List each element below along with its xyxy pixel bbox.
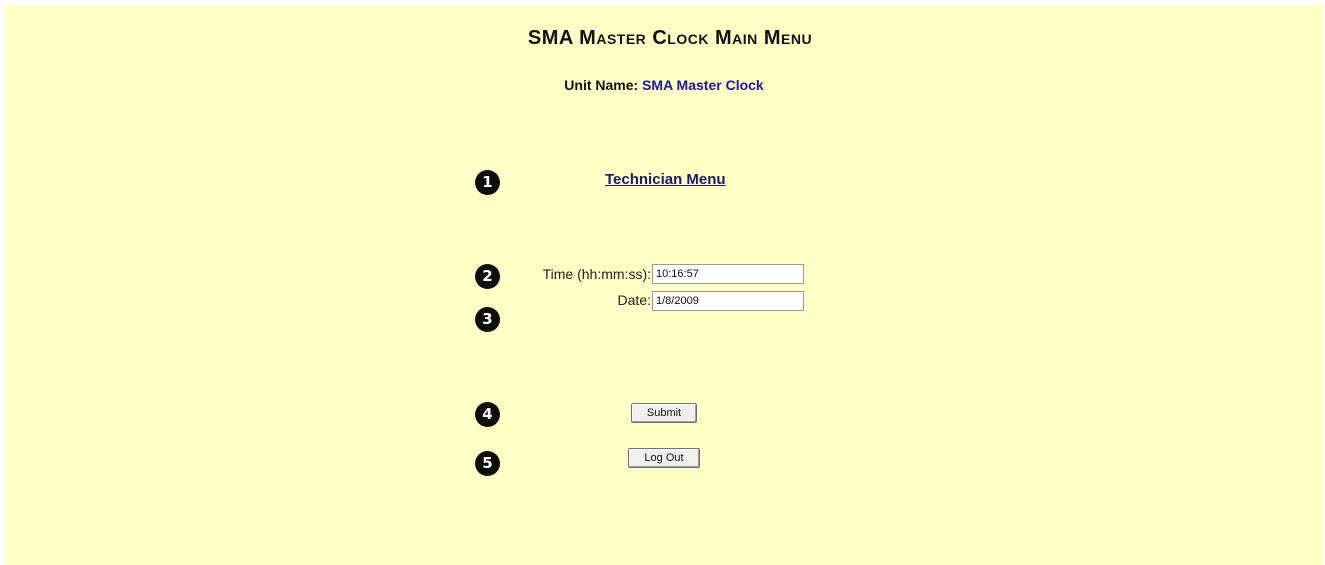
- time-input[interactable]: [652, 264, 804, 284]
- unit-name-value: SMA Master Clock: [642, 77, 764, 93]
- callout-marker-5: 5: [475, 451, 500, 476]
- date-input[interactable]: [652, 291, 804, 311]
- time-label: Time (hh:mm:ss):: [542, 266, 651, 282]
- date-label: Date:: [617, 292, 651, 308]
- callout-marker-3: 3: [475, 307, 500, 332]
- submit-button[interactable]: Submit: [631, 403, 697, 423]
- callout-marker-1: 1: [475, 170, 500, 195]
- unit-name-row: Unit Name: SMA Master Clock: [5, 77, 1323, 93]
- callout-marker-4: 4: [475, 402, 500, 427]
- page-title: SMA Master Clock Main Menu: [527, 27, 813, 49]
- logout-button[interactable]: Log Out: [628, 448, 700, 468]
- unit-name-label: Unit Name:: [564, 77, 639, 93]
- page-background: SMA Master Clock Main Menu Unit Name: SM…: [5, 5, 1323, 565]
- technician-menu-link[interactable]: Technician Menu: [605, 171, 726, 188]
